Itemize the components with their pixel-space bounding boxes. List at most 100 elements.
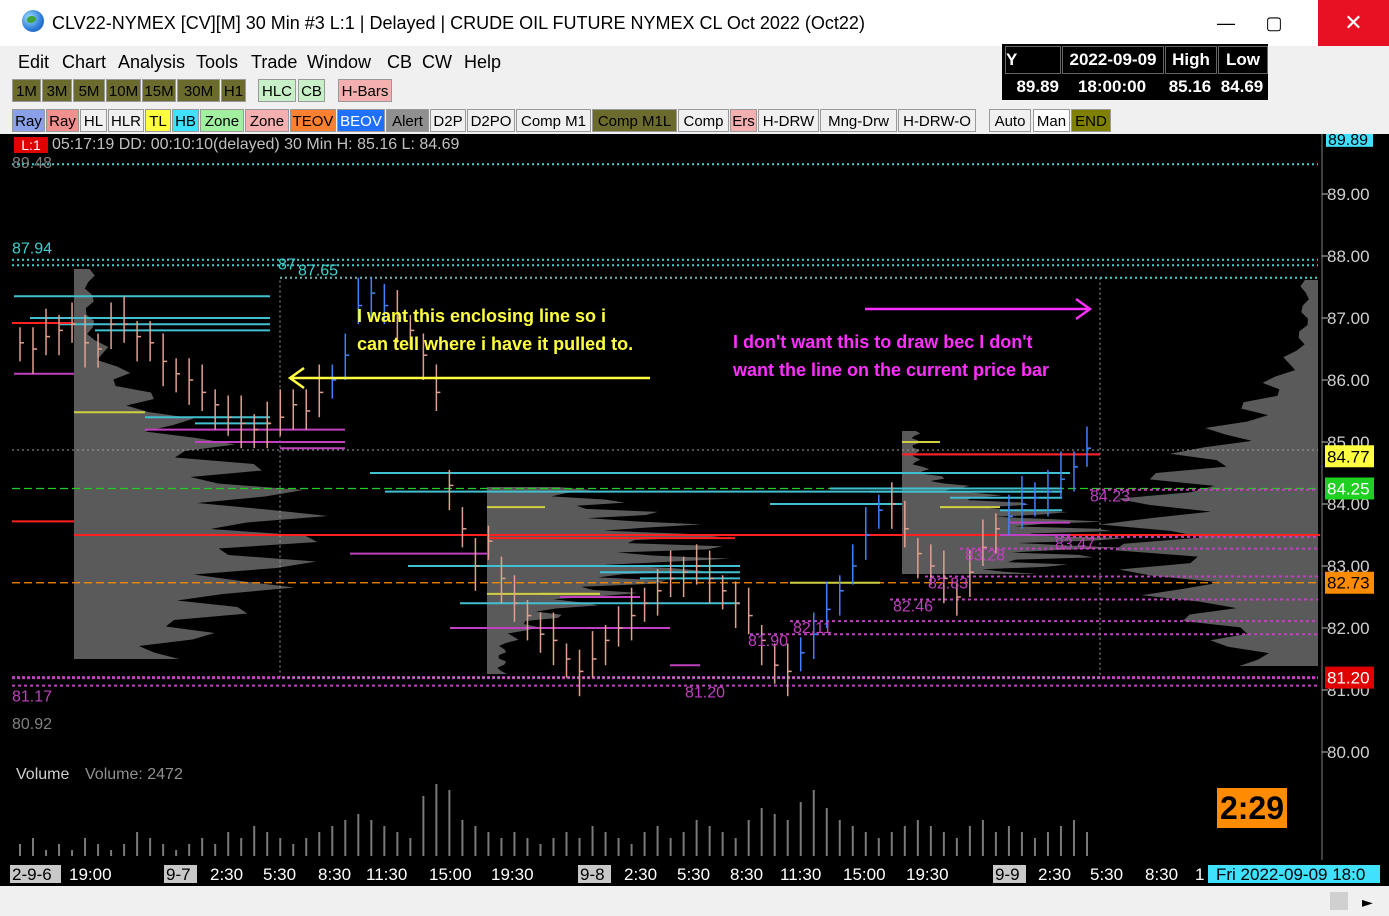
toolbar-button-ray[interactable]: Ray [46,109,79,132]
price-tick-label: 82.00 [1327,619,1370,638]
toolbar-button-15m[interactable]: 15M [142,79,176,102]
level-label: 82.46 [893,598,933,615]
toolbar-button-h-drw[interactable]: H-DRW [758,109,819,132]
time-label: 19:00 [69,865,112,884]
time-label: 8:30 [1145,865,1178,884]
toolbar-button-hl[interactable]: HL [80,109,107,132]
status-line: 05:17:19 DD: 00:10:10(delayed) 30 Min H:… [52,136,460,153]
info-low: 84.69 [1220,77,1264,96]
time-label: 19:30 [906,865,949,884]
price-tick-label: 89.00 [1327,185,1370,204]
toolbar-button-teov[interactable]: TEOV [290,109,336,132]
minimize-button[interactable]: — [1202,0,1250,46]
annotation-magenta-1: I don't want this to draw bec I don't [733,332,1033,352]
menu-window[interactable]: Window [307,52,371,73]
toolbar-button-1m[interactable]: 1M [12,79,41,102]
time-label: 2:30 [1038,865,1071,884]
toolbar-button-10m[interactable]: 10M [106,79,141,102]
chart-canvas[interactable]: 89.0088.0087.0086.0085.0084.0083.0082.00… [0,134,1389,916]
window-title: CLV22-NYMEX [CV][M] 30 Min #3 L:1 | Dela… [52,13,865,33]
toolbar-button-h-drw-o[interactable]: H-DRW-O [898,109,976,132]
close-button[interactable]: ✕ [1318,0,1389,46]
menu-cb[interactable]: CB [387,52,412,73]
title-bar: CLV22-NYMEX [CV][M] 30 Min #3 L:1 | Dela… [0,0,1389,47]
toolbar-button-hb[interactable]: HB [172,109,199,132]
horizontal-scrollbar [0,886,1389,916]
annotation-yellow-2: can tell where i have it pulled to. [357,334,634,354]
price-chart[interactable]: 89.00 88.00 87.00 86.00 85.00 84.00 83.00 82.00… [0,134,1389,916]
time-label: 9-8 [580,865,605,884]
toolbar-button-zone[interactable]: Zone [245,109,289,132]
toolbar-button-comp-m1[interactable]: Comp M1 [516,109,591,132]
menu-trade[interactable]: Trade [251,52,297,73]
price-label: 81.20 [1327,669,1370,688]
time-label: 2-9-6 [12,865,52,884]
time-label: 15:00 [429,865,472,884]
toolbar-button-d2po[interactable]: D2PO [467,109,515,132]
toolbar-button-3m[interactable]: 3M [42,79,72,102]
info-y-label: Y [1005,46,1061,74]
time-label: 8:30 [730,865,763,884]
time-label: 11:30 [366,865,407,884]
time-label: 2:30 [210,865,243,884]
price-label-top: 89.89 [1328,134,1368,149]
info-high-label: High [1165,46,1217,74]
toolbar-button-ers[interactable]: Ers [730,109,757,132]
price-tick-label: 87.00 [1327,309,1370,328]
time-label: 1 [1195,865,1204,884]
toolbar-button-end[interactable]: END [1071,109,1111,132]
time-label: 9-7 [166,865,191,884]
info-date: 2022-09-09 [1062,46,1164,74]
scrollbar-thumb [1330,892,1348,910]
time-label: 5:30 [677,865,710,884]
quote-info-box: Y 2022-09-09 High Low 89.89 18:00:00 85.… [1002,44,1268,100]
level-label: 81.90 [748,633,788,650]
annotation-yellow-1: I want this enclosing line so i [357,306,607,326]
volume-value: Volume: 2472 [85,766,183,783]
annotation-magenta-2: want the line on the current price bar [733,360,1050,380]
menu-analysis[interactable]: Analysis [118,52,185,73]
toolbar-button-cb[interactable]: CB [298,79,325,102]
toolbar-button-h1[interactable]: H1 [221,79,246,102]
level-label: 82.83 [928,576,968,593]
menu-edit[interactable]: Edit [18,52,49,73]
time-label: 15:00 [843,865,886,884]
level-label: 81.17 [12,688,52,705]
time-label: 8:30 [318,865,351,884]
price-tick-label: 80.00 [1327,743,1370,762]
price-tick-label: 88.00 [1327,247,1370,266]
level-label: 83.28 [965,548,1005,565]
level-label: 83.47 [1055,536,1095,553]
time-label: 9-9 [995,865,1020,884]
level-label: 82.11 [793,620,832,637]
toolbar-button-hlr[interactable]: HLR [108,109,144,132]
toolbar-button-zone[interactable]: Zone [200,109,244,132]
toolbar-button-hlc[interactable]: HLC [258,79,296,102]
toolbar-button-d2p[interactable]: D2P [430,109,466,132]
toolbar-button-5m[interactable]: 5M [73,79,105,102]
level-label: 87.65 [298,263,338,280]
toolbar-button-alert[interactable]: Alert [386,109,429,132]
menu-chart[interactable]: Chart [62,52,106,73]
toolbar-button-mng-drw[interactable]: Mng-Drw [820,109,897,132]
toolbar-button-tl[interactable]: TL [145,109,171,132]
scroll-right-icon: ► [1362,895,1373,911]
price-label: 82.73 [1327,574,1370,593]
maximize-button[interactable]: ▢ [1250,0,1298,46]
menu-help[interactable]: Help [464,52,501,73]
toolbar-button-beov[interactable]: BEOV [337,109,385,132]
toolbar-button-comp[interactable]: Comp [678,109,729,132]
bar-timer: 2:29 [1217,788,1287,828]
toolbar-button-comp-m1l[interactable]: Comp M1L [592,109,677,132]
toolbar-button-ray[interactable]: Ray [12,109,45,132]
level-label: 81.20 [685,685,725,702]
toolbar-button-auto[interactable]: Auto [989,109,1031,132]
price-label: 84.77 [1327,447,1370,466]
volume-profile-1 [74,269,328,659]
volume-profile-right [1100,280,1318,666]
toolbar-button-h-bars[interactable]: H-Bars [338,79,392,102]
toolbar-button-man[interactable]: Man [1033,109,1070,132]
menu-cw[interactable]: CW [422,52,452,73]
menu-tools[interactable]: Tools [196,52,238,73]
toolbar-button-30m[interactable]: 30M [177,79,220,102]
